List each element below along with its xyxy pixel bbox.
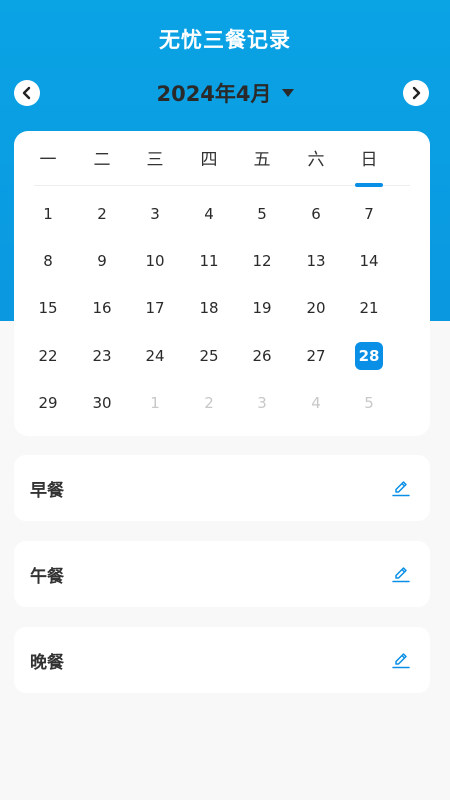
meal-card-lunch[interactable]: 午餐 [14, 541, 430, 607]
calendar-day-selected[interactable]: 28 [355, 342, 383, 370]
chevron-right-icon [412, 86, 421, 100]
calendar-day[interactable]: 19 [242, 294, 282, 322]
calendar-day[interactable]: 12 [242, 247, 282, 275]
calendar-day[interactable]: 29 [28, 389, 68, 417]
edit-icon [392, 481, 410, 497]
meal-label: 早餐 [30, 480, 64, 501]
weekday-label: 日 [360, 150, 378, 170]
calendar-day[interactable]: 22 [28, 342, 68, 370]
edit-icon [392, 653, 410, 669]
calendar-day[interactable]: 25 [189, 342, 229, 370]
weekday-label: 一 [39, 150, 57, 170]
calendar-day[interactable]: 4 [189, 200, 229, 228]
calendar-day[interactable]: 2 [82, 200, 122, 228]
app-title: 无忧三餐记录 [159, 28, 291, 52]
next-month-button[interactable] [403, 80, 429, 106]
weekday-header: 一 二 三 四 五 六 日 [14, 145, 430, 173]
caret-down-icon [281, 89, 294, 97]
calendar-day[interactable]: 3 [135, 200, 175, 228]
current-weekday-indicator [355, 183, 383, 187]
weekday-label: 二 [93, 150, 111, 170]
weekday-label: 四 [200, 150, 218, 170]
meal-card-breakfast[interactable]: 早餐 [14, 455, 430, 521]
calendar-day[interactable]: 10 [135, 247, 175, 275]
meal-label: 晚餐 [30, 652, 64, 673]
month-label: 2024年4月 [156, 82, 272, 106]
calendar-day-next-month[interactable]: 1 [135, 389, 175, 417]
edit-dinner-button[interactable] [390, 649, 412, 671]
calendar-day[interactable]: 16 [82, 294, 122, 322]
calendar-day[interactable]: 11 [189, 247, 229, 275]
calendar-day[interactable]: 6 [296, 200, 336, 228]
calendar-day[interactable]: 24 [135, 342, 175, 370]
meal-label: 午餐 [30, 566, 64, 587]
calendar-day[interactable]: 8 [28, 247, 68, 275]
edit-lunch-button[interactable] [390, 563, 412, 585]
edit-icon [392, 567, 410, 583]
calendar-card: 一 二 三 四 五 六 日 1 2 3 4 5 6 7 8 9 10 11 12… [14, 131, 430, 436]
calendar-day[interactable]: 21 [349, 294, 389, 322]
weekday-label: 三 [146, 150, 164, 170]
calendar-day[interactable]: 7 [349, 200, 389, 228]
calendar-day[interactable]: 14 [349, 247, 389, 275]
calendar-day[interactable]: 30 [82, 389, 122, 417]
calendar-day-next-month[interactable]: 5 [349, 389, 389, 417]
weekday-label: 六 [307, 150, 325, 170]
calendar-day[interactable]: 9 [82, 247, 122, 275]
calendar-day[interactable]: 5 [242, 200, 282, 228]
weekday-divider [34, 185, 410, 186]
calendar-day[interactable]: 23 [82, 342, 122, 370]
calendar-day[interactable]: 26 [242, 342, 282, 370]
calendar-day[interactable]: 13 [296, 247, 336, 275]
calendar-day[interactable]: 1 [28, 200, 68, 228]
calendar-day[interactable]: 17 [135, 294, 175, 322]
calendar-day[interactable]: 27 [296, 342, 336, 370]
meal-card-dinner[interactable]: 晚餐 [14, 627, 430, 693]
edit-breakfast-button[interactable] [390, 477, 412, 499]
calendar-day[interactable]: 20 [296, 294, 336, 322]
calendar-day[interactable]: 18 [189, 294, 229, 322]
calendar-day-next-month[interactable]: 4 [296, 389, 336, 417]
weekday-label: 五 [253, 150, 271, 170]
calendar-day-next-month[interactable]: 3 [242, 389, 282, 417]
calendar-day-next-month[interactable]: 2 [189, 389, 229, 417]
month-picker[interactable]: 2024年4月 [0, 78, 450, 108]
calendar-day[interactable]: 15 [28, 294, 68, 322]
